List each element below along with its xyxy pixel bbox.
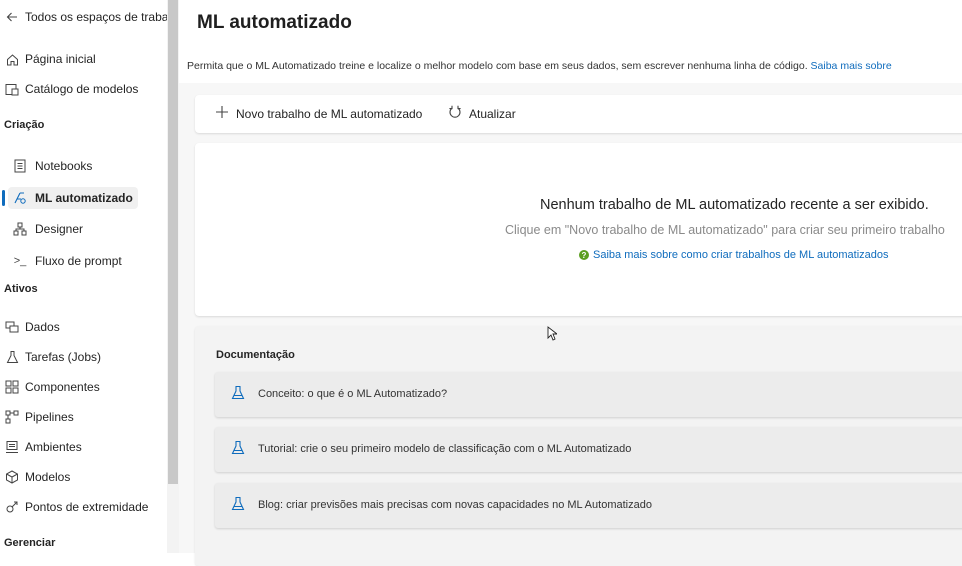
refresh-label: Atualizar (469, 106, 516, 121)
refresh-icon (448, 105, 462, 122)
components-icon (4, 379, 20, 395)
main-content: ML automatizado Permita que o ML Automat… (179, 0, 962, 566)
designer-icon (12, 221, 28, 237)
sidebar-item-prompt-flow[interactable]: >_ Fluxo de prompt (12, 250, 122, 272)
sidebar-item-label: Ambientes (25, 440, 82, 454)
doc-link-tutorial[interactable]: Tutorial: crie o seu primeiro modelo de … (215, 427, 962, 472)
sidebar-item-label: Página inicial (25, 52, 96, 66)
sidebar-item-label: ML automatizado (35, 191, 133, 205)
doc-link-label: Conceito: o que é o ML Automatizado? (258, 388, 448, 400)
empty-state-description: Clique em "Novo trabalho de ML automatiz… (505, 223, 945, 237)
flask-icon (231, 496, 245, 516)
doc-link-concept[interactable]: Conceito: o que é o ML Automatizado? (215, 372, 962, 417)
jobs-icon (4, 349, 20, 365)
doc-link-blog[interactable]: Blog: criar previsões mais precisas com … (215, 483, 962, 528)
data-icon (4, 319, 20, 335)
section-criacao: Criação (4, 119, 45, 131)
sidebar-item-label: Catálogo de modelos (25, 82, 139, 96)
sidebar-item-home[interactable]: Página inicial (4, 48, 96, 70)
sidebar-item-models[interactable]: Modelos (4, 466, 70, 488)
sidebar-item-environments[interactable]: Ambientes (4, 436, 82, 458)
sidebar-item-jobs[interactable]: Tarefas (Jobs) (4, 346, 101, 368)
refresh-button[interactable]: Atualizar (448, 105, 516, 122)
new-automl-job-label: Novo trabalho de ML automatizado (236, 106, 423, 121)
sidebar: Todos os espaços de trabalho Página inic… (0, 0, 167, 553)
sidebar-item-designer[interactable]: Designer (12, 218, 83, 240)
new-automl-job-button[interactable]: Novo trabalho de ML automatizado (215, 105, 422, 122)
sidebar-item-label: Notebooks (35, 159, 93, 173)
mouse-cursor-icon (547, 326, 559, 346)
sidebar-item-endpoints[interactable]: Pontos de extremidade (4, 496, 148, 518)
sidebar-item-label: Tarefas (Jobs) (25, 350, 102, 364)
arrow-left-icon (4, 9, 20, 25)
page-title: ML automatizado (197, 12, 352, 33)
back-to-workspaces-link[interactable]: Todos os espaços de trabalho (4, 6, 167, 28)
page-description: Permita que o ML Automatizado treine e l… (187, 60, 892, 72)
section-ativos: Ativos (4, 283, 38, 295)
doc-link-label: Blog: criar previsões mais precisas com … (258, 499, 652, 511)
endpoints-icon (4, 499, 20, 515)
sidebar-item-model-catalog[interactable]: Catálogo de modelos (4, 78, 138, 100)
pipelines-icon (4, 409, 20, 425)
empty-state-card: Nenhum trabalho de ML automatizado recen… (195, 143, 962, 316)
documentation-title: Documentação (216, 349, 295, 361)
sidebar-item-label: Componentes (25, 380, 100, 394)
sidebar-item-pipelines[interactable]: Pipelines (4, 406, 74, 428)
plus-icon (215, 105, 229, 122)
flask-icon (231, 440, 245, 460)
empty-state-link-label: Saiba mais sobre como criar trabalhos de… (593, 249, 889, 261)
sidebar-item-components[interactable]: Componentes (4, 376, 100, 398)
empty-state-title: Nenhum trabalho de ML automatizado recen… (540, 197, 929, 213)
sidebar-scrollbar-thumb[interactable] (168, 0, 178, 484)
catalog-icon (4, 81, 20, 97)
environments-icon (4, 439, 20, 455)
automl-icon (12, 190, 28, 206)
toolbar: Novo trabalho de ML automatizado Atualiz… (195, 95, 962, 133)
doc-link-label: Tutorial: crie o seu primeiro modelo de … (258, 443, 632, 455)
section-gerenciar: Gerenciar (4, 537, 56, 549)
back-label: Todos os espaços de trabalho (25, 10, 167, 24)
sidebar-item-dados[interactable]: Dados (4, 316, 60, 338)
documentation-card: Documentação Conceito: o que é o ML Auto… (195, 326, 962, 566)
sidebar-item-label: Fluxo de prompt (35, 254, 122, 268)
sidebar-item-label: Pipelines (25, 410, 74, 424)
sidebar-item-label: Designer (35, 222, 84, 236)
help-icon: ? (579, 250, 589, 260)
sidebar-item-automl[interactable]: ML automatizado (12, 187, 133, 209)
description-text: Permita que o ML Automatizado treine e l… (187, 60, 808, 72)
flask-icon (231, 385, 245, 405)
learn-more-link[interactable]: Saiba mais sobre (811, 60, 892, 72)
sidebar-item-notebooks[interactable]: Notebooks (12, 155, 92, 177)
sidebar-item-label: Dados (25, 320, 60, 334)
sidebar-item-label: Pontos de extremidade (25, 500, 149, 514)
models-icon (4, 469, 20, 485)
notebook-icon (12, 158, 28, 174)
sidebar-scrollbar[interactable] (167, 0, 179, 553)
empty-state-learn-more-link[interactable]: ? Saiba mais sobre como criar trabalhos … (579, 249, 889, 261)
prompt-flow-icon: >_ (13, 255, 27, 267)
home-icon (4, 51, 20, 67)
selected-item-indicator (2, 190, 5, 206)
sidebar-item-label: Modelos (25, 470, 71, 484)
